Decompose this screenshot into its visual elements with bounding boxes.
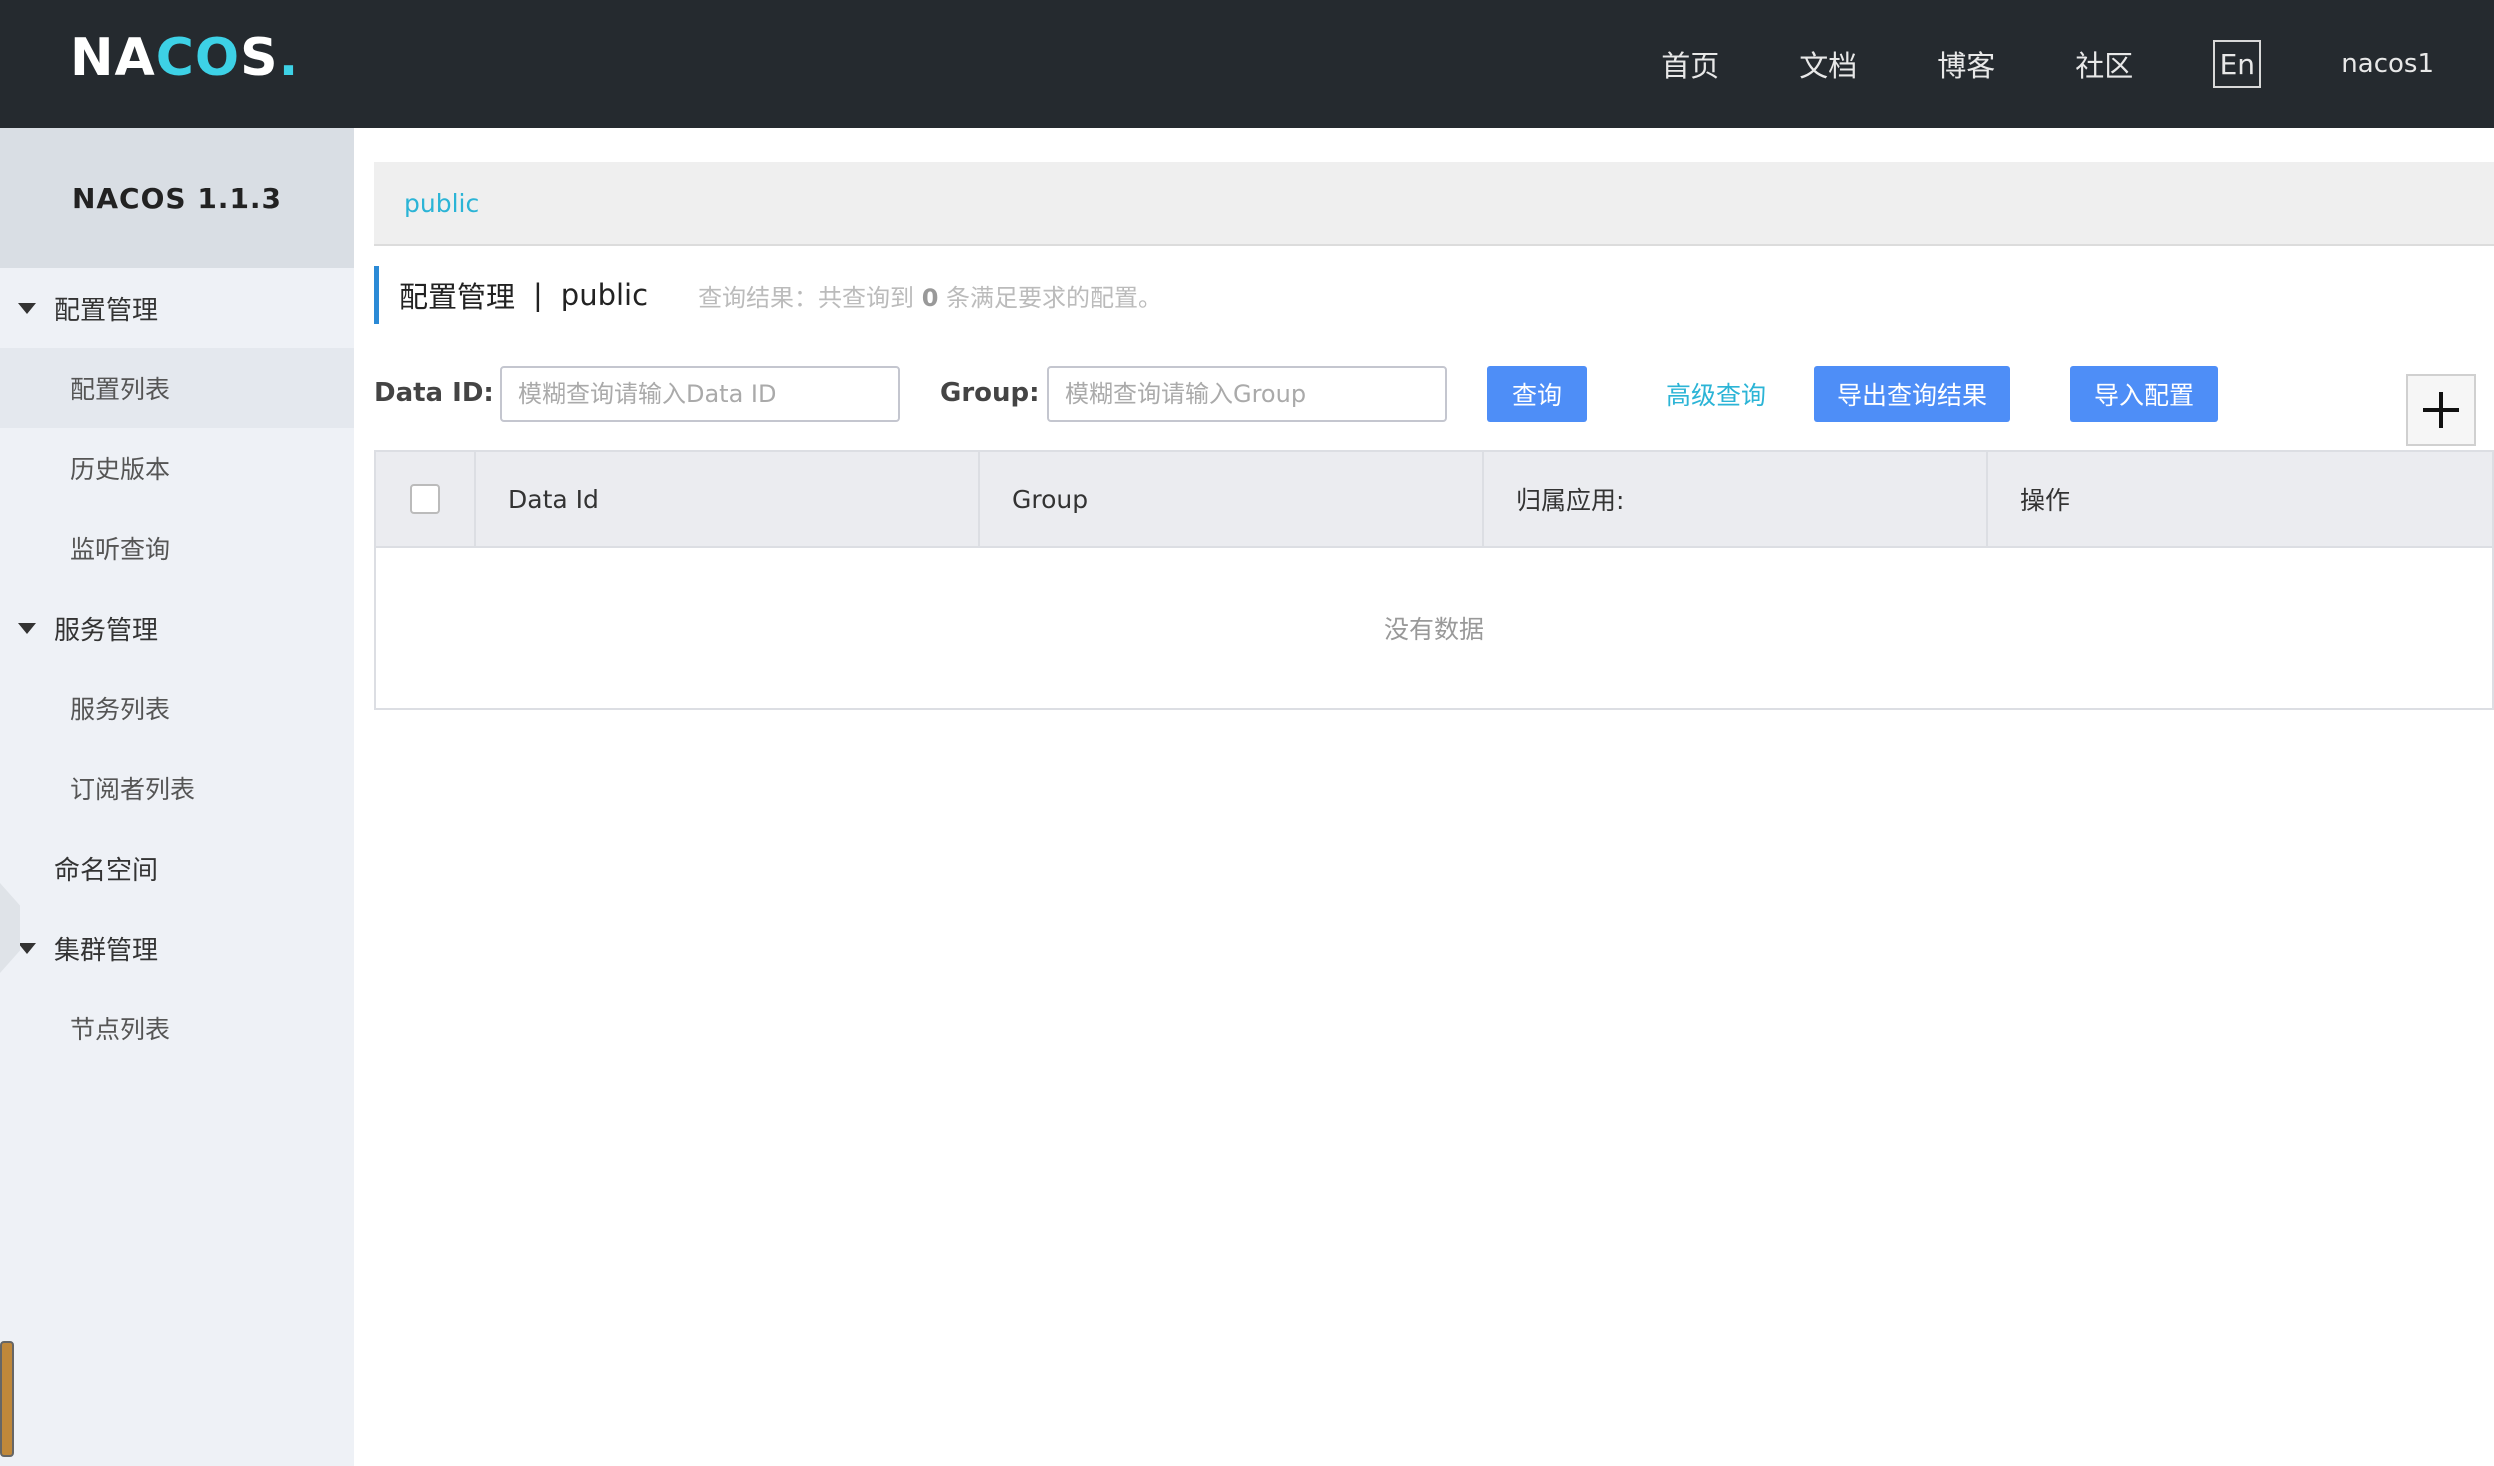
sidebar-group-cluster[interactable]: 集群管理 <box>0 908 354 988</box>
sidebar-title: NACOS 1.1.3 <box>0 128 354 268</box>
namespace-bar: public <box>374 162 2494 246</box>
sidebar-item-subscriber-list[interactable]: 订阅者列表 <box>0 748 354 828</box>
page-heading: 配置管理 | public 查询结果：共查询到 0 条满足要求的配置。 <box>374 266 1162 324</box>
sidebar-item-namespace[interactable]: 命名空间 <box>0 828 354 908</box>
export-results-button[interactable]: 导出查询结果 <box>1814 366 2010 422</box>
sidebar-group-label: 服务管理 <box>54 615 159 646</box>
group-input[interactable] <box>1047 366 1447 422</box>
sidebar-scrollbar[interactable] <box>0 1341 14 1457</box>
nav-home[interactable]: 首页 <box>1661 43 1719 85</box>
logo-text: NACOS <box>70 28 279 88</box>
select-all-checkbox[interactable] <box>410 484 440 514</box>
add-config-button[interactable] <box>2406 374 2476 446</box>
user-name[interactable]: nacos1 <box>2341 49 2434 79</box>
title-separator: | <box>533 278 543 312</box>
logo-dot: . <box>278 28 299 88</box>
config-table: Data Id Group 归属应用: 操作 没有数据 <box>374 450 2494 710</box>
page-namespace: public <box>560 278 649 312</box>
nacos-logo[interactable]: NACOS. <box>70 28 298 88</box>
nav-docs[interactable]: 文档 <box>1799 43 1857 85</box>
caret-down-icon <box>18 622 36 634</box>
sidebar-item-node-list[interactable]: 节点列表 <box>0 988 354 1068</box>
sidebar-item-history[interactable]: 历史版本 <box>0 428 354 508</box>
top-nav: 首页 文档 博客 社区 En nacos1 <box>1661 0 2494 128</box>
column-header-data-id[interactable]: Data Id <box>476 452 980 546</box>
namespace-link-public[interactable]: public <box>404 189 479 218</box>
sidebar-group-config[interactable]: 配置管理 <box>0 268 354 348</box>
top-header: NACOS. 首页 文档 博客 社区 En nacos1 <box>0 0 2494 128</box>
result-count: 0 <box>921 283 939 312</box>
column-header-group[interactable]: Group <box>980 452 1484 546</box>
caret-down-icon <box>18 942 36 954</box>
sidebar-group-label: 配置管理 <box>54 295 159 326</box>
filter-bar: Data ID: Group: 查询 高级查询 导出查询结果 导入配置 <box>374 364 2494 422</box>
import-config-button[interactable]: 导入配置 <box>2070 366 2218 422</box>
column-header-actions: 操作 <box>2020 486 2071 515</box>
advanced-query-link[interactable]: 高级查询 <box>1666 366 1766 422</box>
caret-down-icon <box>18 302 36 314</box>
sidebar-group-service[interactable]: 服务管理 <box>0 588 354 668</box>
language-switch-button[interactable]: En <box>2213 40 2262 88</box>
select-all-cell <box>376 452 476 546</box>
sidebar-item-service-list[interactable]: 服务列表 <box>0 668 354 748</box>
query-result-text: 查询结果：共查询到 0 条满足要求的配置。 <box>698 283 1163 312</box>
nav-community[interactable]: 社区 <box>2075 43 2133 85</box>
data-id-input[interactable] <box>500 366 900 422</box>
nav-blog[interactable]: 博客 <box>1937 43 1995 85</box>
plus-icon <box>2423 392 2459 428</box>
table-empty-message: 没有数据 <box>1383 615 1484 644</box>
group-label: Group: <box>940 378 1040 408</box>
sidebar-group-label: 集群管理 <box>54 935 159 966</box>
column-header-app[interactable]: 归属应用: <box>1484 452 1988 546</box>
sidebar: NACOS 1.1.3 配置管理 配置列表 历史版本 监听查询 服务管理 服务列… <box>0 128 354 1466</box>
sidebar-item-listener-query[interactable]: 监听查询 <box>0 508 354 588</box>
data-id-label: Data ID: <box>374 378 494 408</box>
sidebar-item-config-list[interactable]: 配置列表 <box>0 348 354 428</box>
query-button[interactable]: 查询 <box>1487 366 1587 422</box>
page-title: 配置管理 <box>399 280 516 314</box>
table-header: Data Id Group 归属应用: 操作 <box>376 452 2492 548</box>
